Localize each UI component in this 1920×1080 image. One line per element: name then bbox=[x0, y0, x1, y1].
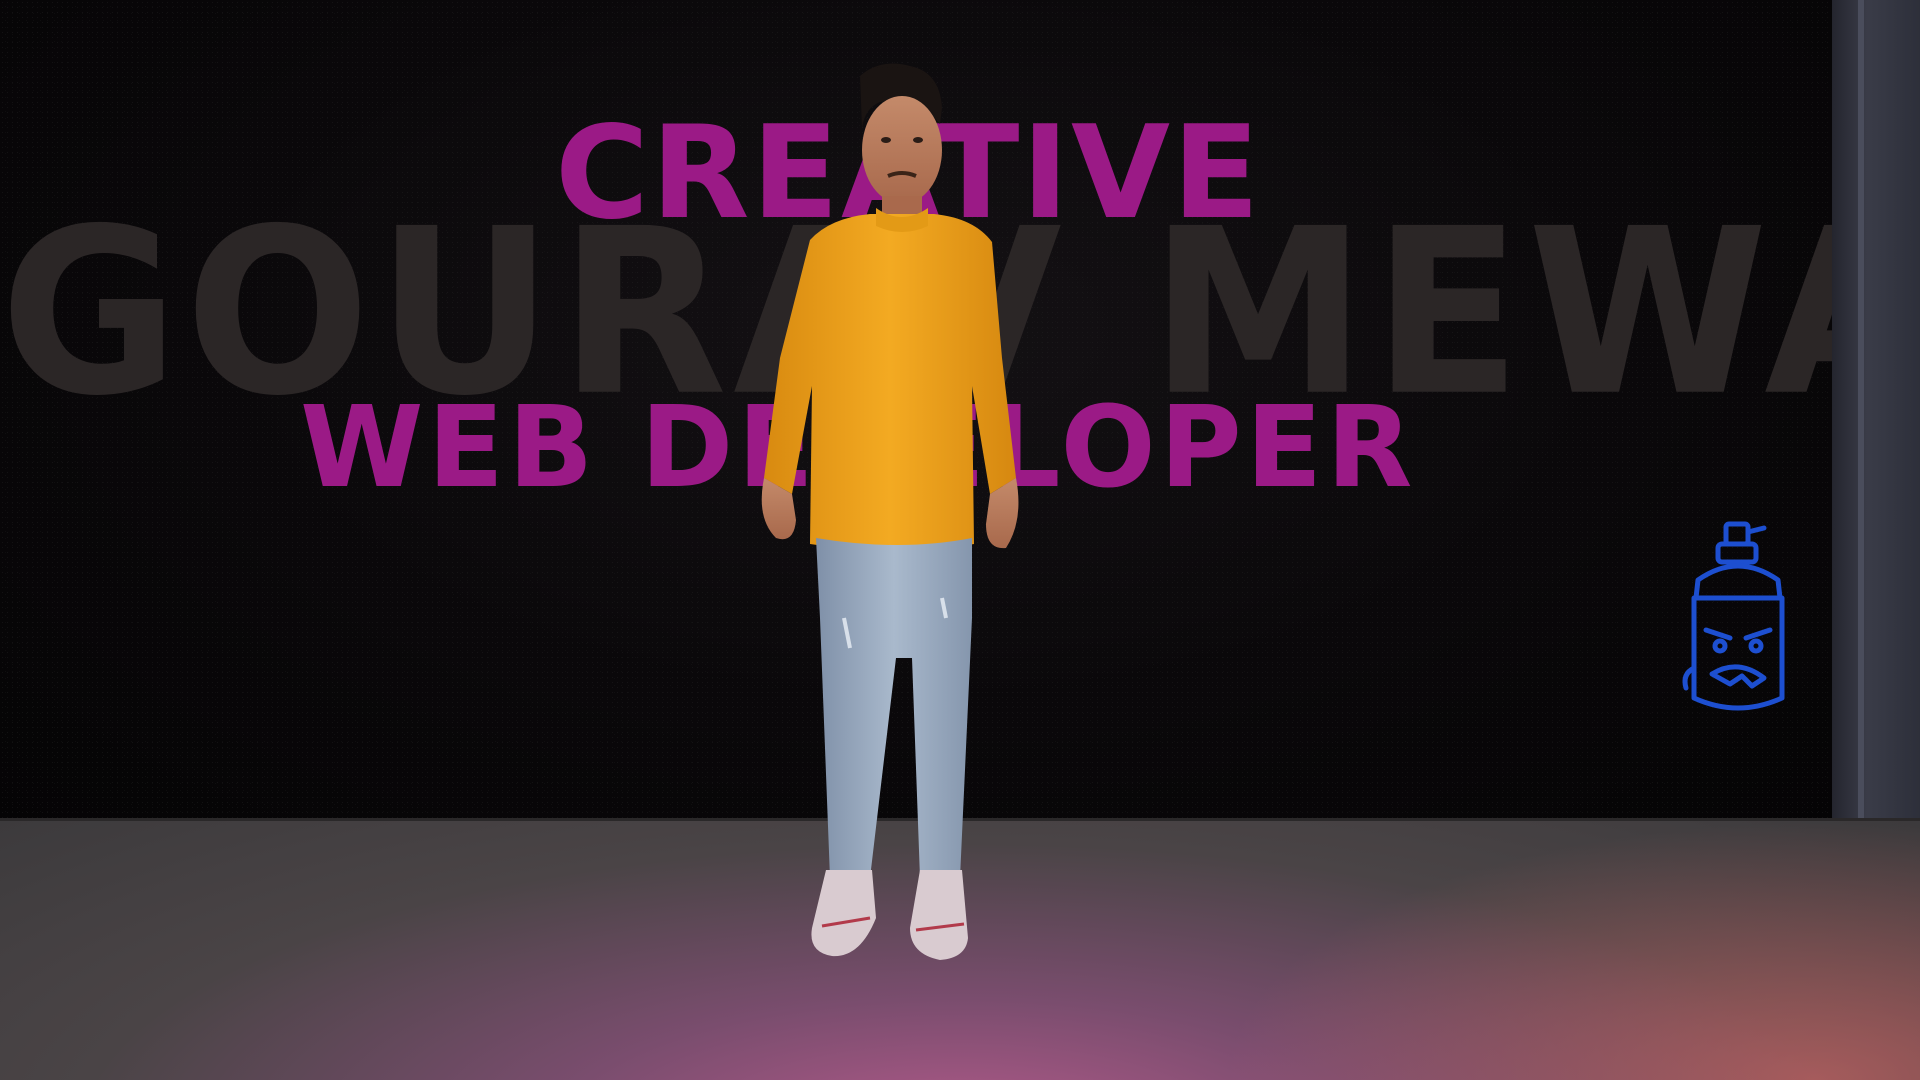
wall-edge bbox=[1858, 0, 1864, 840]
spray-can-icon bbox=[1682, 521, 1785, 711]
scene: GOURAV MEWADA CREATIVE WEB DEVELOPER bbox=[0, 0, 1920, 1080]
avatar-figure bbox=[761, 63, 1019, 960]
side-wall bbox=[1832, 0, 1920, 850]
floor-light bbox=[1220, 820, 1920, 1080]
